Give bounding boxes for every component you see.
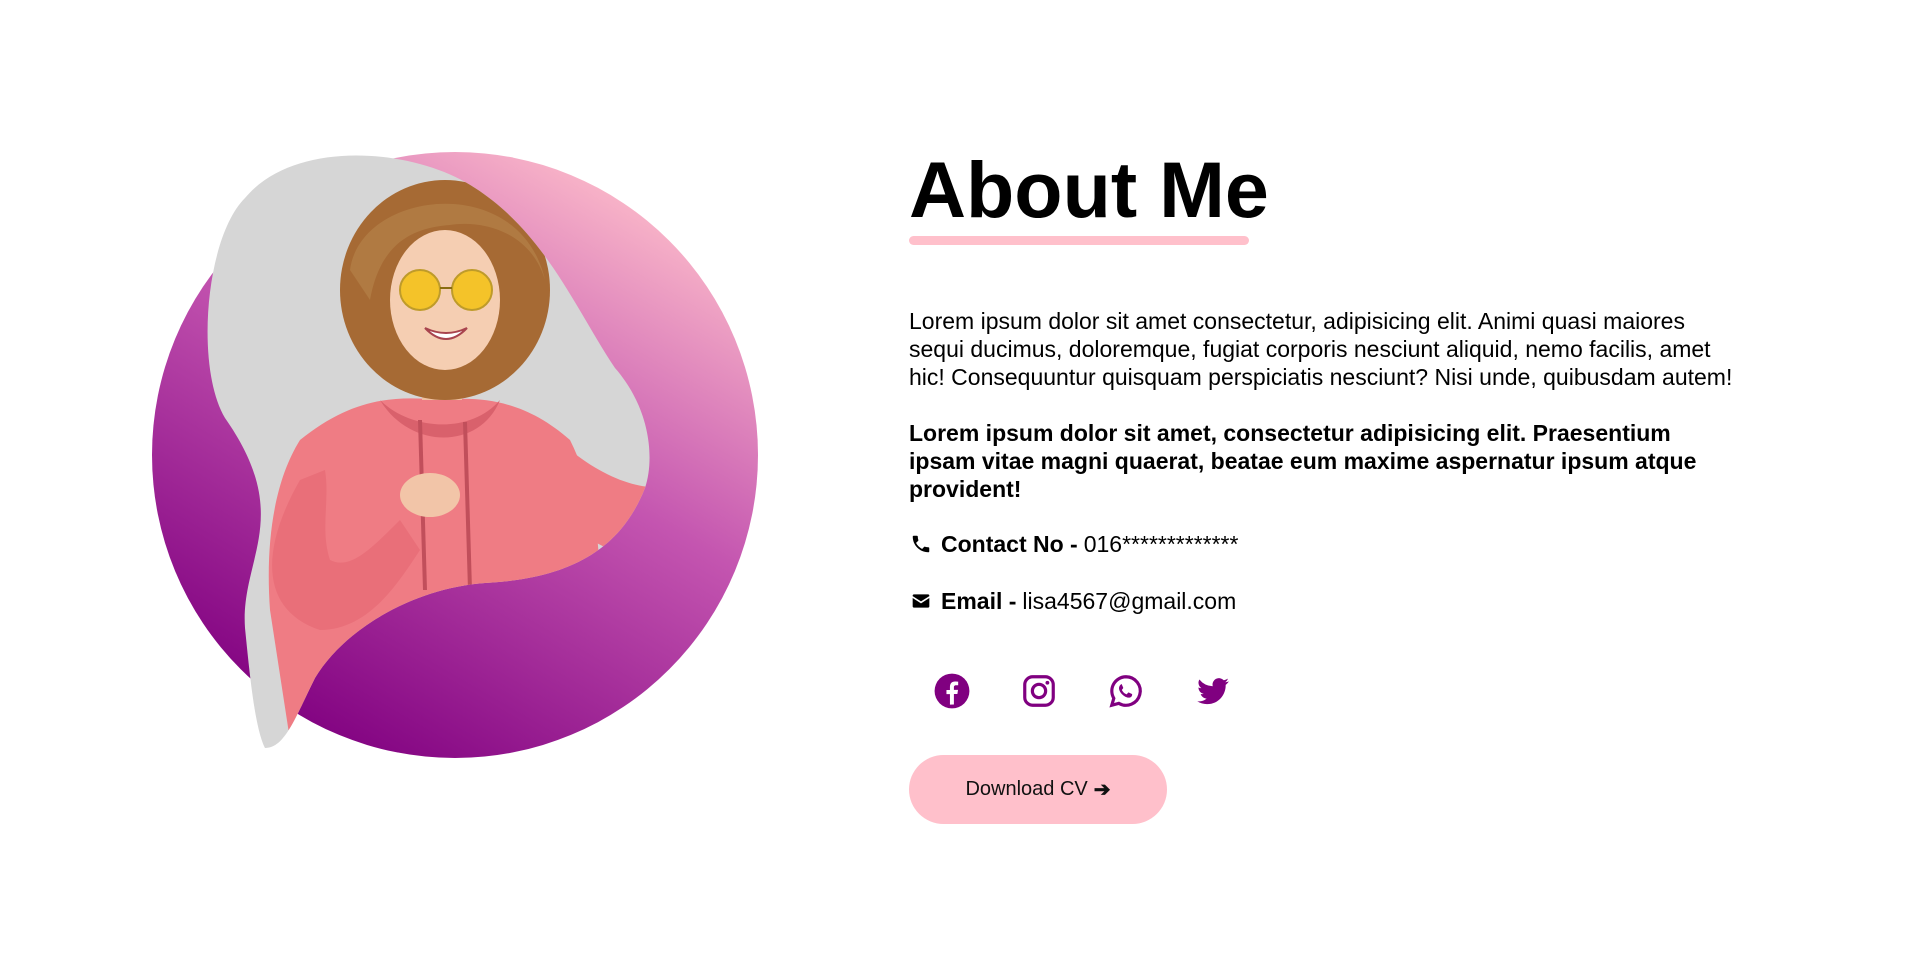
email-label: Email - [941,587,1017,614]
instagram-icon[interactable] [1019,671,1059,711]
contact-label: Contact No - [941,530,1078,557]
download-cv-label: Download CV [965,778,1088,800]
about-content: About Me Lorem ipsum dolor sit amet cons… [909,150,1749,824]
phone-icon [909,532,933,556]
highlight-paragraph: Lorem ipsum dolor sit amet, consectetur … [909,420,1697,502]
profile-image [152,152,758,758]
whatsapp-icon[interactable] [1106,671,1146,711]
email-row: Email - lisa4567@gmail.com [909,587,1749,615]
envelope-icon [909,589,933,613]
contact-value: 016************* [1083,530,1239,557]
arrow-right-icon: ➔ [1093,779,1111,801]
title-underline [909,236,1249,245]
profile-artwork [150,150,760,760]
about-section: About Me Lorem ipsum dolor sit amet cons… [0,0,1920,972]
email-value[interactable]: lisa4567@gmail.com [1022,588,1236,615]
facebook-icon[interactable] [932,671,972,711]
intro-paragraph: Lorem ipsum dolor sit amet consectetur, … [909,308,1733,390]
page-title: About Me [909,145,1269,234]
download-cv-button[interactable]: Download CV ➔ [909,755,1167,824]
twitter-icon[interactable] [1193,671,1233,711]
social-links [932,671,1749,711]
contact-row: Contact No - 016************* [909,530,1749,558]
